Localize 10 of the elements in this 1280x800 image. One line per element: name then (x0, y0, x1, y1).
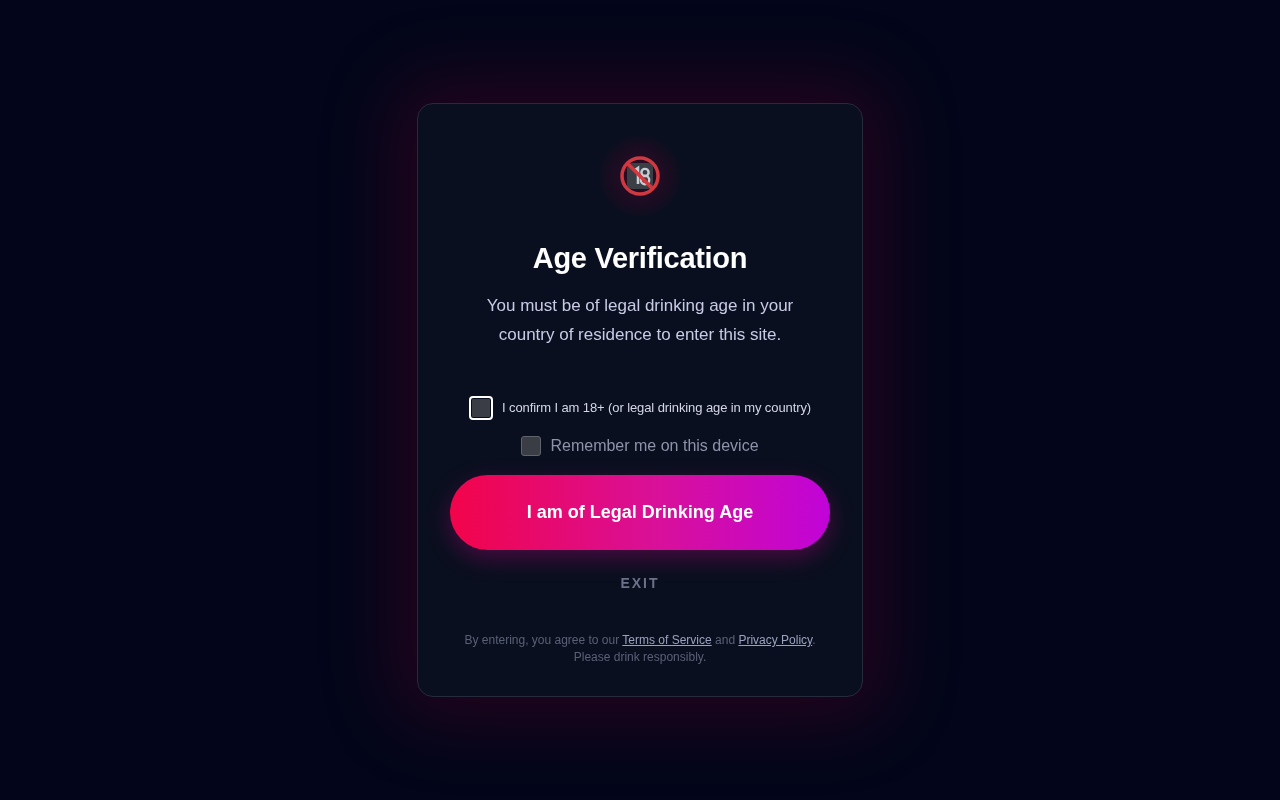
checkbox-label: I confirm I am 18+ (or legal drinking age in my country) (501, 399, 812, 417)
terms-link[interactable]: Terms of Service (622, 633, 712, 647)
confirm-age-button[interactable]: I am of Legal Drinking Age (450, 475, 830, 550)
terms-notice: By entering, you agree to our Terms of Service and Privacy Policy. (463, 632, 817, 649)
dialog-message: You must be of legal drinking age in your country of residence to enter this site. (485, 295, 795, 346)
dialog-title: Age Verification (531, 241, 749, 276)
checkbox-label: Remember me on this device (550, 436, 759, 456)
responsibility-note: Please drink responsibly. (572, 649, 708, 666)
checkbox[interactable] (521, 436, 542, 456)
exit-button[interactable]: EXIT (616, 573, 664, 593)
